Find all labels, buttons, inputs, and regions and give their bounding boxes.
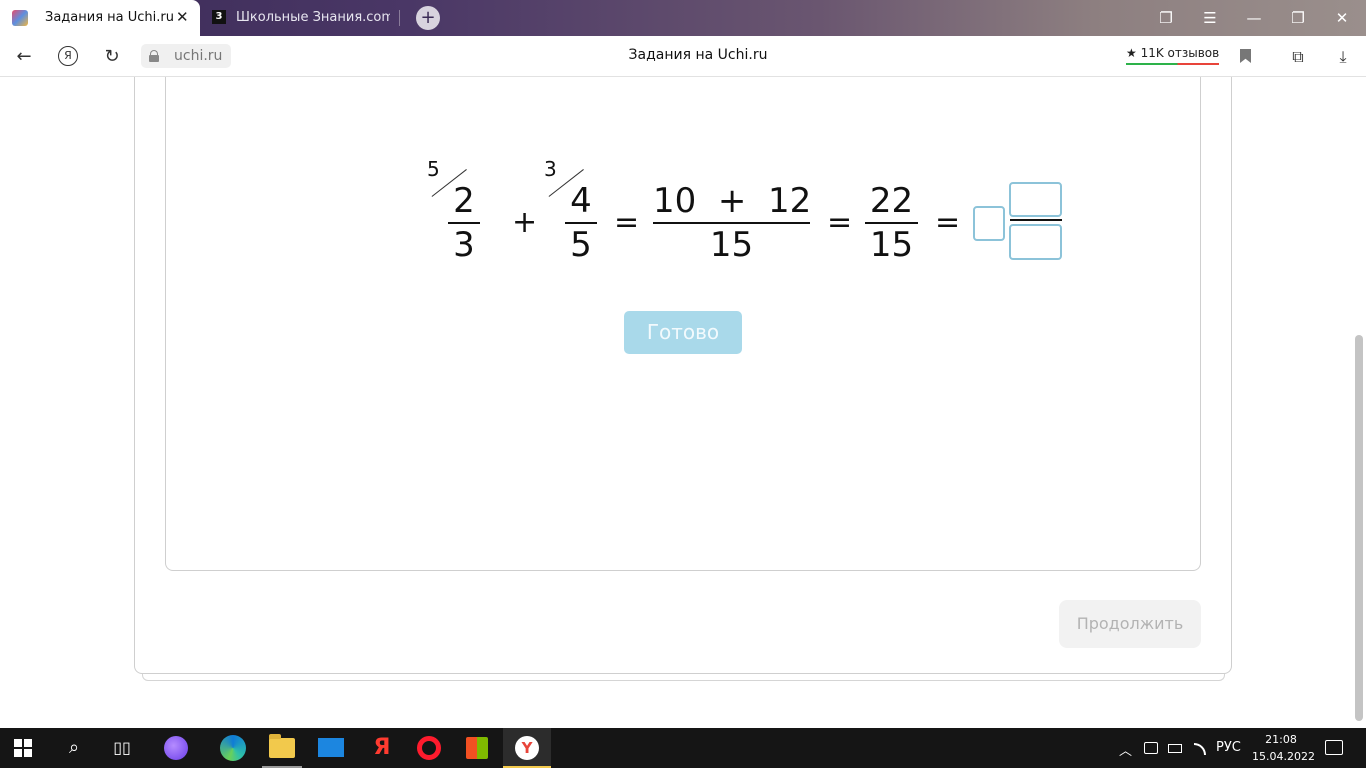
minimize-button[interactable]: — — [1242, 8, 1266, 28]
url-text: uchi.ru — [174, 48, 223, 64]
fraction-2: 4 5 — [565, 181, 597, 265]
tab-znania[interactable]: 3 Школьные Знания.com - Р — [200, 0, 400, 36]
reviews-badge[interactable]: ★ 11K отзывов — [1126, 46, 1220, 65]
equals-sign-3: = — [935, 205, 961, 240]
yandex-icon[interactable]: Я — [58, 46, 78, 66]
yandex-browser-icon[interactable]: Y — [503, 728, 551, 768]
znania-favicon-icon: 3 — [212, 10, 226, 24]
uchi-favicon-icon — [12, 10, 28, 26]
fraction-2-numerator: 4 — [570, 181, 592, 221]
sum-fraction: 10 + 12 15 — [653, 181, 812, 265]
collections-icon[interactable]: ❐ — [1154, 8, 1178, 28]
sum-denominator: 15 — [709, 225, 754, 265]
equals-sign-2: = — [827, 205, 853, 240]
menu-icon[interactable]: ☰ — [1198, 8, 1222, 28]
close-window-button[interactable]: ✕ — [1330, 8, 1354, 28]
fraction-1-numerator: 2 — [453, 181, 475, 221]
reload-button[interactable]: ↻ — [99, 44, 125, 70]
extensions-icon[interactable]: ⧉ — [1286, 45, 1310, 69]
plus-sign: + — [512, 205, 538, 240]
download-icon[interactable]: ⤓ — [1331, 45, 1355, 69]
ready-button[interactable]: Готово — [624, 311, 742, 354]
tab-bar: Задания на Uchi.ru ✕ 3 Школьные Знания.c… — [0, 0, 1366, 36]
result-fraction: 22 15 — [865, 181, 918, 265]
answer-numerator-input[interactable] — [1009, 182, 1062, 217]
device-icon[interactable] — [1144, 742, 1158, 754]
lock-icon — [149, 50, 159, 62]
taskbar: ⌕ ▯▯ Я Y ︿ РУС 21:08 15.04.2022 — [0, 728, 1366, 768]
tab-title: Задания на Uchi.ru — [45, 10, 174, 25]
page-scrollbar[interactable] — [1353, 77, 1366, 728]
continue-button[interactable]: Продолжить — [1059, 600, 1201, 648]
tray-chevron-icon[interactable]: ︿ — [1119, 740, 1132, 759]
task-view-icon[interactable]: ▯▯ — [108, 734, 136, 762]
fraction-1: 2 3 — [448, 181, 480, 265]
language-indicator[interactable]: РУС — [1216, 740, 1241, 755]
result-bar — [865, 222, 918, 224]
windows-start-icon[interactable] — [14, 739, 32, 757]
store-icon[interactable] — [466, 737, 488, 759]
clock[interactable]: 21:08 15.04.2022 — [1252, 731, 1315, 765]
yandex-app-icon[interactable]: Я — [368, 734, 396, 762]
url-field[interactable]: uchi.ru — [141, 44, 231, 68]
file-explorer-icon[interactable] — [269, 734, 295, 758]
tab-title: Школьные Знания.com - Р — [236, 10, 390, 25]
battery-icon[interactable] — [1168, 744, 1182, 753]
back-button[interactable]: ← — [11, 44, 37, 70]
result-denominator: 15 — [869, 225, 914, 265]
sum-numerator: 10 + 12 — [653, 181, 812, 221]
clock-time: 21:08 — [1265, 733, 1297, 746]
lesson-card-shadow — [142, 674, 1225, 681]
sum-bar — [653, 222, 810, 224]
wifi-icon[interactable] — [1194, 743, 1206, 755]
answer-fraction-bar — [1010, 219, 1062, 221]
fraction-2-bar — [565, 222, 597, 224]
result-numerator: 22 — [869, 181, 914, 221]
notifications-icon[interactable] — [1325, 740, 1343, 755]
answer-denominator-input[interactable] — [1009, 224, 1062, 260]
edge-icon[interactable] — [220, 735, 246, 761]
factor-1: 5 — [427, 157, 440, 181]
page-title: Задания на Uchi.ru — [628, 47, 768, 63]
scrollbar-thumb[interactable] — [1355, 335, 1363, 721]
tab-close-icon[interactable]: ✕ — [176, 8, 189, 26]
opera-icon[interactable] — [417, 736, 441, 760]
clock-date: 15.04.2022 — [1252, 750, 1315, 763]
alice-icon[interactable] — [164, 736, 188, 760]
yandex-browser-glyph: Y — [515, 736, 539, 760]
restore-button[interactable]: ❐ — [1286, 8, 1310, 28]
factor-2: 3 — [544, 157, 557, 181]
mail-icon[interactable] — [318, 738, 344, 757]
whole-part-input[interactable] — [973, 206, 1005, 241]
fraction-2-denominator: 5 — [570, 225, 592, 265]
search-icon[interactable]: ⌕ — [60, 734, 88, 762]
equals-sign-1: = — [614, 205, 640, 240]
fraction-1-denominator: 3 — [453, 225, 475, 265]
new-tab-button[interactable]: + — [416, 6, 440, 30]
bookmark-icon[interactable] — [1240, 49, 1251, 63]
tab-uchi[interactable]: Задания на Uchi.ru ✕ — [0, 0, 200, 36]
tab-separator — [399, 10, 400, 26]
fraction-1-bar — [448, 222, 480, 224]
address-bar: ← Я ↻ uchi.ru Задания на Uchi.ru ★ 11K о… — [0, 36, 1366, 77]
